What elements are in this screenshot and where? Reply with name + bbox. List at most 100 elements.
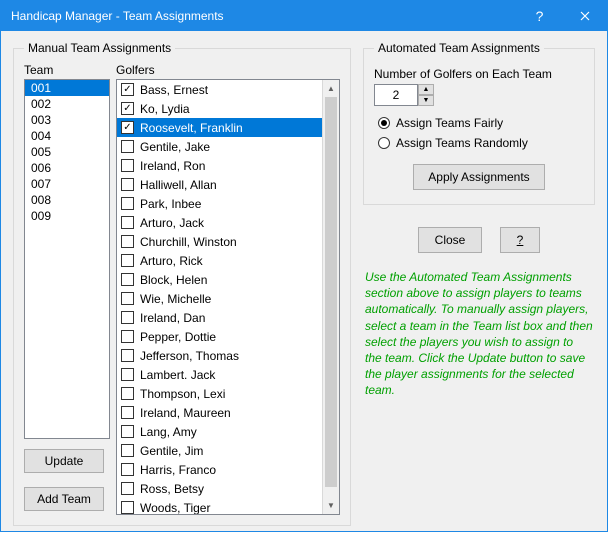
radio-random[interactable] xyxy=(378,137,390,149)
scrollbar[interactable]: ▲ ▼ xyxy=(322,80,339,514)
golfer-checkbox[interactable] xyxy=(121,463,134,476)
golfer-name: Halliwell, Allan xyxy=(140,178,217,192)
golfer-row[interactable]: Gentile, Jim xyxy=(117,441,339,460)
team-item[interactable]: 003 xyxy=(25,112,109,128)
golfer-name: Gentile, Jake xyxy=(140,140,210,154)
golfer-row[interactable]: Harris, Franco xyxy=(117,460,339,479)
golfer-name: Gentile, Jim xyxy=(140,444,203,458)
help-button[interactable]: ? xyxy=(500,227,540,253)
window-title: Handicap Manager - Team Assignments xyxy=(11,9,517,23)
golfer-name: Ko, Lydia xyxy=(140,102,190,116)
golfer-checkbox[interactable] xyxy=(121,311,134,324)
golfer-checkbox[interactable]: ✓ xyxy=(121,121,134,134)
golfer-checkbox[interactable] xyxy=(121,235,134,248)
update-button[interactable]: Update xyxy=(24,449,104,473)
golfer-checkbox[interactable] xyxy=(121,482,134,495)
golfer-checkbox[interactable] xyxy=(121,501,134,514)
golfer-checkbox[interactable] xyxy=(121,159,134,172)
spinner-up-button[interactable]: ▲ xyxy=(418,84,434,95)
golfer-name: Lang, Amy xyxy=(140,425,197,439)
golfer-checkbox[interactable] xyxy=(121,387,134,400)
golfer-checkbox[interactable] xyxy=(121,273,134,286)
golfer-row[interactable]: Churchill, Winston xyxy=(117,232,339,251)
golfer-row[interactable]: Ireland, Ron xyxy=(117,156,339,175)
golfer-checkbox[interactable] xyxy=(121,292,134,305)
golfer-row[interactable]: Block, Helen xyxy=(117,270,339,289)
golfer-name: Arturo, Jack xyxy=(140,216,204,230)
golfer-checkbox[interactable] xyxy=(121,330,134,343)
golfer-row[interactable]: Thompson, Lexi xyxy=(117,384,339,403)
golfer-checkbox[interactable] xyxy=(121,197,134,210)
close-icon xyxy=(580,11,590,21)
help-text: Use the Automated Team Assignments secti… xyxy=(363,269,595,399)
golfer-row[interactable]: Wie, Michelle xyxy=(117,289,339,308)
help-titlebar-button[interactable]: ? xyxy=(517,1,562,31)
scroll-down-icon[interactable]: ▼ xyxy=(323,497,339,514)
apply-assignments-button[interactable]: Apply Assignments xyxy=(413,164,544,190)
golfer-name: Lambert. Jack xyxy=(140,368,215,382)
close-titlebar-button[interactable] xyxy=(562,1,607,31)
golfer-name: Ireland, Ron xyxy=(140,159,205,173)
golfer-row[interactable]: Park, Inbee xyxy=(117,194,339,213)
radio-fair[interactable] xyxy=(378,117,390,129)
golfer-checkbox[interactable] xyxy=(121,178,134,191)
spinner-down-button[interactable]: ▼ xyxy=(418,95,434,106)
golfer-row[interactable]: ✓ Ko, Lydia xyxy=(117,99,339,118)
manual-assignments-group: Manual Team Assignments Team 00100200300… xyxy=(13,41,351,526)
team-item[interactable]: 008 xyxy=(25,192,109,208)
golfer-name: Ireland, Maureen xyxy=(140,406,231,420)
golfer-row[interactable]: Jefferson, Thomas xyxy=(117,346,339,365)
golfer-checkbox[interactable] xyxy=(121,406,134,419)
team-item[interactable]: 004 xyxy=(25,128,109,144)
golfer-row[interactable]: Ireland, Maureen xyxy=(117,403,339,422)
golfer-name: Churchill, Winston xyxy=(140,235,237,249)
content-area: Manual Team Assignments Team 00100200300… xyxy=(1,31,607,536)
golfer-name: Woods, Tiger xyxy=(140,501,210,515)
golfer-row[interactable]: Pepper, Dottie xyxy=(117,327,339,346)
golfer-row[interactable]: Woods, Tiger xyxy=(117,498,339,515)
radio-fair-row[interactable]: Assign Teams Fairly xyxy=(374,116,584,130)
golfer-row[interactable]: Ross, Betsy xyxy=(117,479,339,498)
team-item[interactable]: 009 xyxy=(25,208,109,224)
num-golfers-input[interactable] xyxy=(374,84,418,106)
team-column-label: Team xyxy=(24,63,110,77)
automated-assignments-group: Automated Team Assignments Number of Gol… xyxy=(363,41,595,205)
close-button[interactable]: Close xyxy=(418,227,482,253)
golfer-row[interactable]: Gentile, Jake xyxy=(117,137,339,156)
golfer-name: Harris, Franco xyxy=(140,463,216,477)
radio-fair-label: Assign Teams Fairly xyxy=(396,116,503,130)
golfer-name: Park, Inbee xyxy=(140,197,201,211)
scroll-up-icon[interactable]: ▲ xyxy=(323,80,339,97)
golfer-checkbox[interactable] xyxy=(121,254,134,267)
golfer-name: Ross, Betsy xyxy=(140,482,204,496)
radio-random-label: Assign Teams Randomly xyxy=(396,136,528,150)
golfer-checkbox[interactable] xyxy=(121,444,134,457)
team-item[interactable]: 002 xyxy=(25,96,109,112)
team-item[interactable]: 005 xyxy=(25,144,109,160)
golfer-checkbox[interactable] xyxy=(121,216,134,229)
team-item[interactable]: 001 xyxy=(25,80,109,96)
scroll-thumb[interactable] xyxy=(325,97,337,487)
golfer-name: Arturo, Rick xyxy=(140,254,203,268)
golfer-row[interactable]: ✓Roosevelt, Franklin xyxy=(117,118,339,137)
golfers-listbox[interactable]: ✓Bass, Ernest✓Ko, Lydia✓Roosevelt, Frank… xyxy=(116,79,340,515)
radio-random-row[interactable]: Assign Teams Randomly xyxy=(374,136,584,150)
golfer-row[interactable]: Halliwell, Allan xyxy=(117,175,339,194)
golfer-checkbox[interactable] xyxy=(121,140,134,153)
golfer-row[interactable]: Lang, Amy xyxy=(117,422,339,441)
golfer-checkbox[interactable]: ✓ xyxy=(121,83,134,96)
team-item[interactable]: 006 xyxy=(25,160,109,176)
golfer-checkbox[interactable] xyxy=(121,368,134,381)
golfer-checkbox[interactable] xyxy=(121,349,134,362)
golfer-checkbox[interactable]: ✓ xyxy=(121,102,134,115)
team-listbox[interactable]: 001002003004005006007008009 xyxy=(24,79,110,439)
add-team-button[interactable]: Add Team xyxy=(24,487,104,511)
team-item[interactable]: 007 xyxy=(25,176,109,192)
golfer-row[interactable]: Arturo, Jack xyxy=(117,213,339,232)
golfer-checkbox[interactable] xyxy=(121,425,134,438)
golfer-row[interactable]: Lambert. Jack xyxy=(117,365,339,384)
golfer-row[interactable]: Arturo, Rick xyxy=(117,251,339,270)
golfer-row[interactable]: Ireland, Dan xyxy=(117,308,339,327)
golfer-row[interactable]: ✓Bass, Ernest xyxy=(117,80,339,99)
manual-legend: Manual Team Assignments xyxy=(24,41,175,55)
